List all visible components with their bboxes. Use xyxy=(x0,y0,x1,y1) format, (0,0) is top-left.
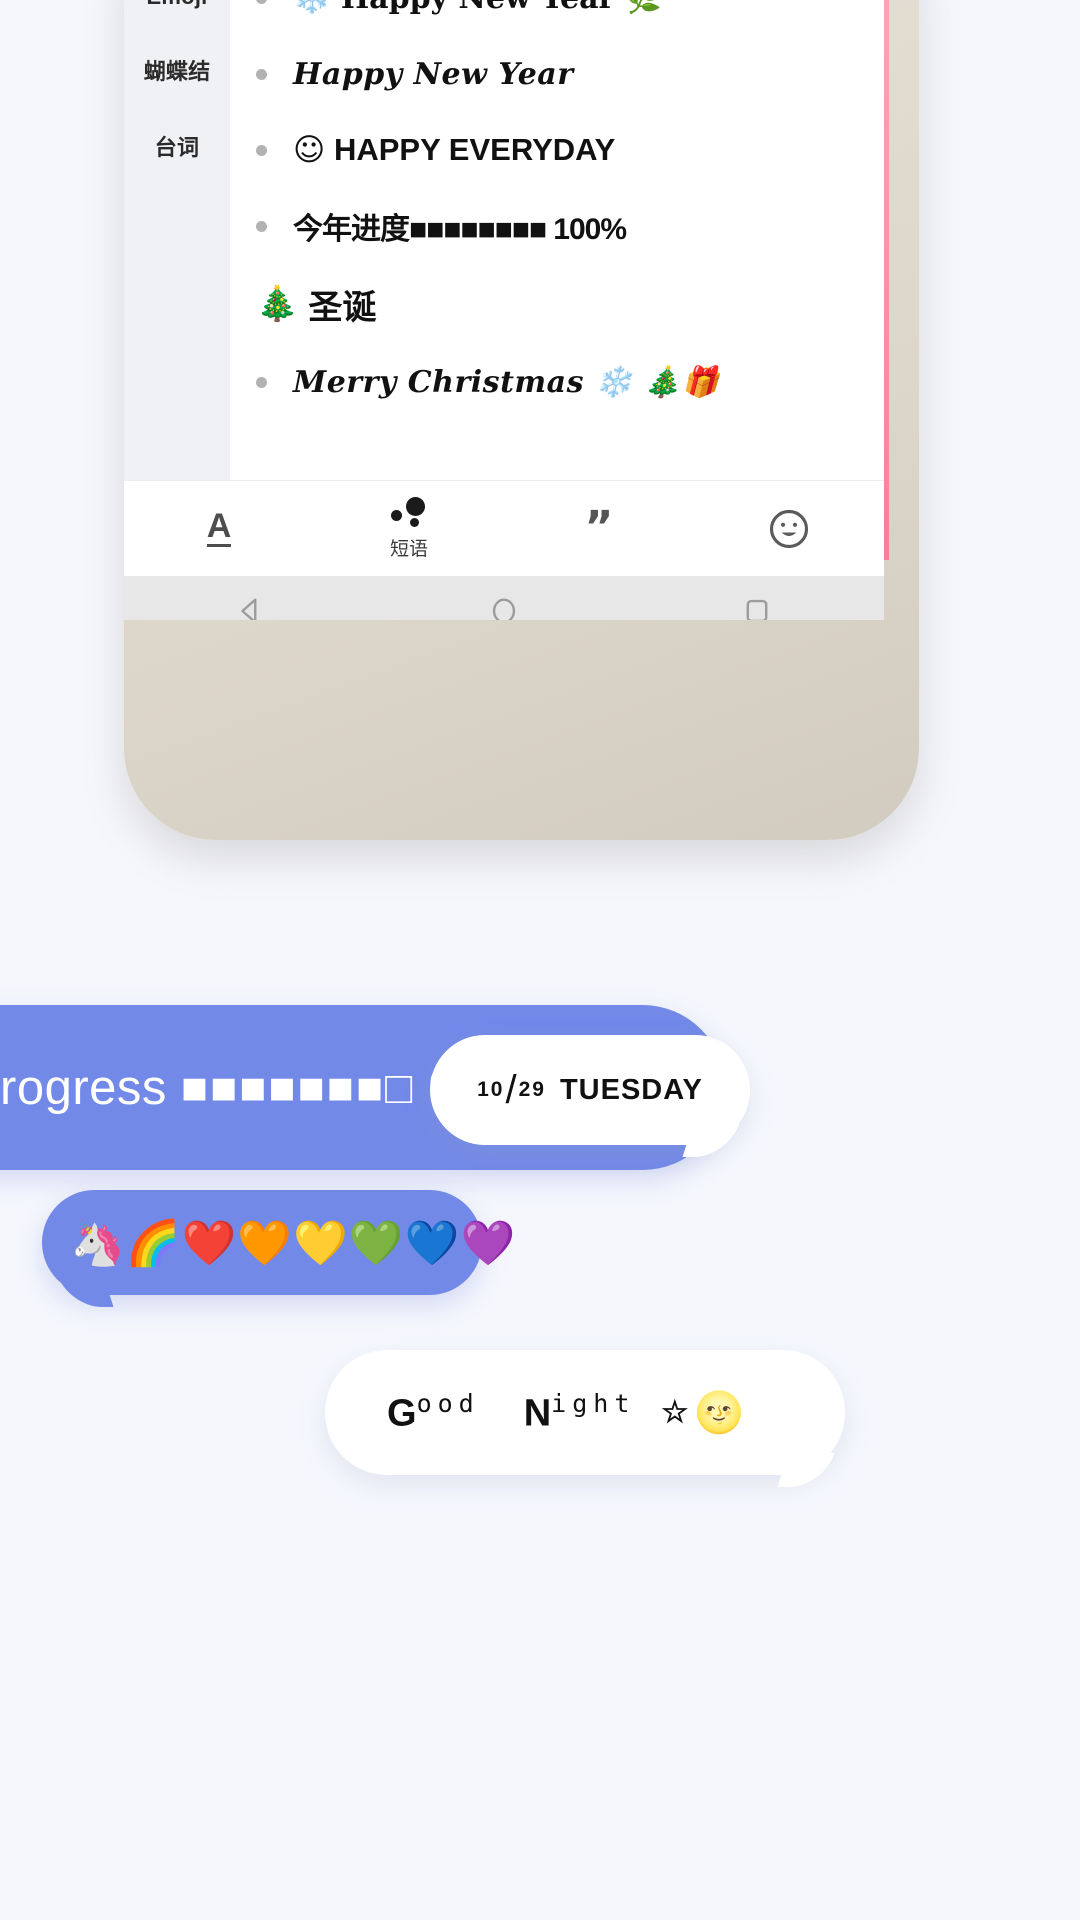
chat-bubble-group: rogress ■■■■■■■□ 90% 10/29 TUESDAY 🦄🌈❤️🧡… xyxy=(0,0,1080,1920)
date-slash-icon: / xyxy=(505,1067,518,1112)
night-word-two: Night xyxy=(524,1389,636,1436)
moon-face-icon: 🌝 xyxy=(694,1390,745,1436)
date-day: 29 xyxy=(518,1078,546,1101)
progress-label: rogress xyxy=(0,1060,167,1115)
bubble-tail-right xyxy=(682,1123,740,1157)
bubble-tail-right xyxy=(777,1453,835,1487)
date-month: 10 xyxy=(477,1078,505,1101)
night-word-one-rest: ood xyxy=(416,1389,480,1419)
night-word-one: Good xyxy=(387,1389,480,1436)
emoji-bubble[interactable]: 🦄🌈❤️🧡💛💚💙💜 xyxy=(42,1190,515,1307)
night-word-two-rest: ight xyxy=(551,1389,636,1419)
emoji-row: 🦄🌈❤️🧡💛💚💙💜 xyxy=(70,1217,517,1269)
good-night-bubble[interactable]: Good Night ☆ 🌝 xyxy=(325,1350,845,1487)
date-bubble[interactable]: 10/29 TUESDAY xyxy=(430,1035,750,1157)
bubble-tail-left xyxy=(56,1273,114,1307)
progress-blocks: ■■■■■■■□ xyxy=(180,1061,415,1113)
date-weekday: TUESDAY xyxy=(559,1073,703,1106)
night-word-two-cap: N xyxy=(523,1392,552,1435)
screen-root: Emoji 蝴蝶结 台词 ❄️ Happy New Year 🌿 xyxy=(0,0,1080,1920)
night-word-one-cap: G xyxy=(387,1392,417,1435)
star-icon: ☆ xyxy=(661,1396,689,1429)
